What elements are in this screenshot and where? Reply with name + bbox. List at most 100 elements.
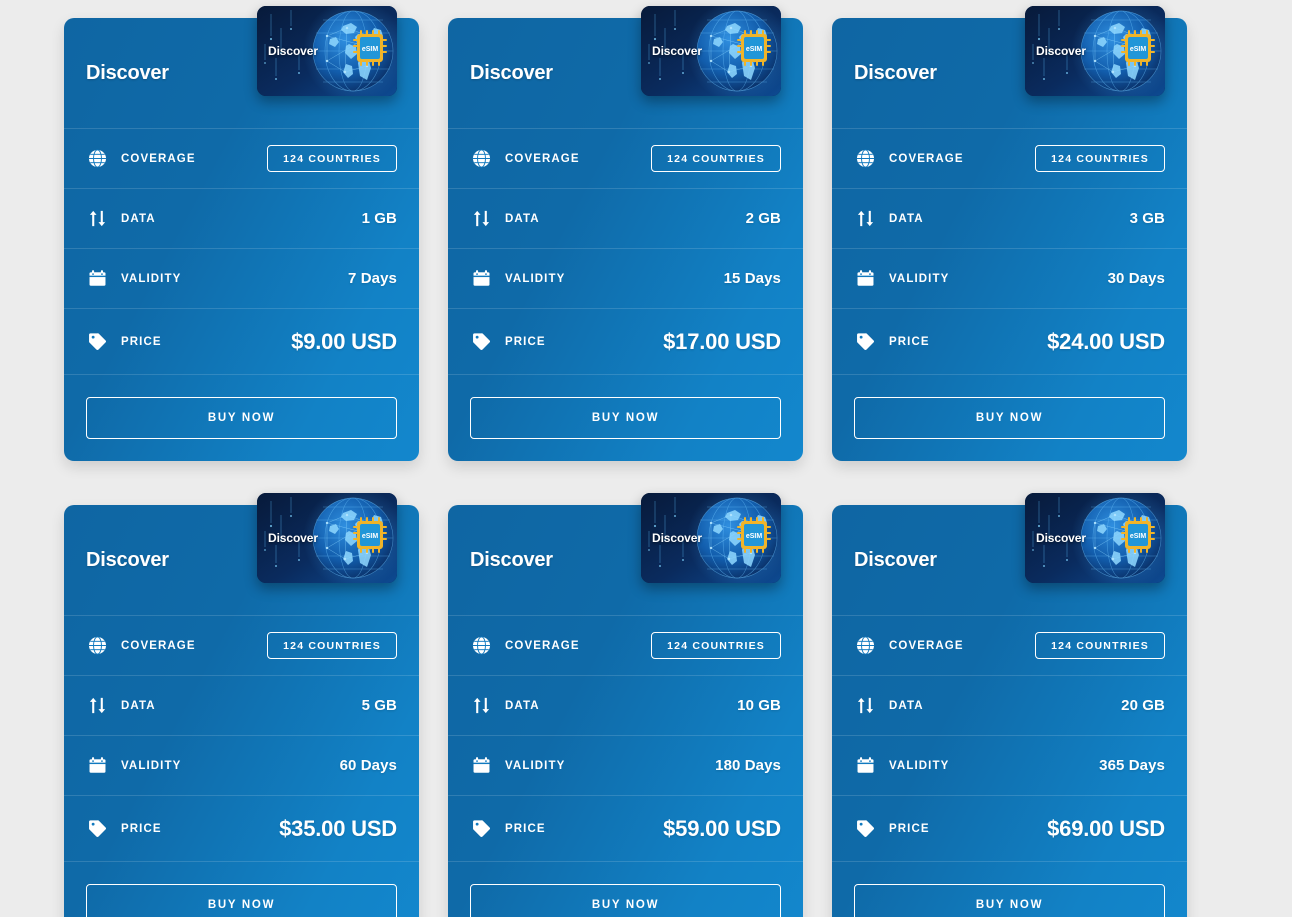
plans-grid: Discover eSIM Discover COVERAGE 124 COUN… [0, 0, 1292, 917]
data-transfer-icon [470, 208, 492, 230]
globe-chip-illustration: eSIM [1025, 6, 1165, 96]
validity-value: 180 Days [715, 757, 781, 774]
plan-thumbnail: eSIM Discover [257, 6, 397, 96]
plan-title: Discover [86, 548, 169, 571]
spec-row-data: DATA 3 GB [832, 188, 1187, 248]
buy-now-button[interactable]: BUY NOW [854, 397, 1165, 439]
buy-now-button[interactable]: BUY NOW [86, 884, 397, 917]
globe-chip-illustration: eSIM [641, 6, 781, 96]
spec-row-validity: VALIDITY 365 Days [832, 735, 1187, 795]
plan-title: Discover [854, 61, 937, 84]
price-value: $9.00 USD [291, 328, 397, 354]
price-tag-icon [86, 818, 108, 840]
plan-thumbnail: eSIM Discover [641, 6, 781, 96]
spec-row-coverage: COVERAGE 124 COUNTRIES [64, 128, 419, 188]
plan-title: Discover [470, 548, 553, 571]
buy-now-button[interactable]: BUY NOW [86, 397, 397, 439]
price-value: $69.00 USD [1047, 815, 1165, 841]
data-transfer-icon [470, 695, 492, 717]
globe-icon [86, 635, 108, 657]
coverage-badge[interactable]: 124 COUNTRIES [651, 631, 781, 660]
buy-now-button[interactable]: BUY NOW [470, 884, 781, 917]
price-label: PRICE [121, 822, 162, 835]
coverage-badge[interactable]: 124 COUNTRIES [267, 144, 397, 173]
coverage-label: COVERAGE [889, 152, 964, 165]
globe-chip-illustration: eSIM [257, 6, 397, 96]
globe-icon [470, 148, 492, 170]
plan-thumbnail: eSIM Discover [641, 493, 781, 583]
data-value: 20 GB [1121, 697, 1165, 714]
globe-icon [86, 148, 108, 170]
data-transfer-icon [854, 208, 876, 230]
spec-row-coverage: COVERAGE 124 COUNTRIES [64, 615, 419, 675]
spec-row-coverage: COVERAGE 124 COUNTRIES [448, 128, 803, 188]
validity-label: VALIDITY [505, 759, 566, 772]
data-value: 2 GB [745, 210, 781, 227]
validity-label: VALIDITY [889, 272, 950, 285]
plan-card[interactable]: Discover eSIM Discover COVERAGE 124 COUN… [832, 493, 1187, 917]
plan-thumbnail: eSIM Discover [1025, 493, 1165, 583]
data-label: DATA [889, 699, 924, 712]
spec-row-validity: VALIDITY 60 Days [64, 735, 419, 795]
spec-row-data: DATA 5 GB [64, 675, 419, 735]
spec-row-data: DATA 1 GB [64, 188, 419, 248]
spec-row-data: DATA 10 GB [448, 675, 803, 735]
data-value: 3 GB [1129, 210, 1165, 227]
price-value: $24.00 USD [1047, 328, 1165, 354]
data-label: DATA [121, 699, 156, 712]
plan-card[interactable]: Discover eSIM Discover COVERAGE 124 COUN… [448, 493, 803, 917]
esim-chip-icon: eSIM [353, 517, 387, 553]
spec-row-data: DATA 20 GB [832, 675, 1187, 735]
buy-area: BUY NOW [448, 861, 803, 917]
spec-row-coverage: COVERAGE 124 COUNTRIES [448, 615, 803, 675]
price-label: PRICE [889, 822, 930, 835]
data-value: 1 GB [361, 210, 397, 227]
esim-chip-icon: eSIM [1121, 517, 1155, 553]
coverage-badge[interactable]: 124 COUNTRIES [267, 631, 397, 660]
price-label: PRICE [889, 335, 930, 348]
card-header: Discover eSIM Discover [448, 493, 803, 615]
validity-value: 365 Days [1099, 757, 1165, 774]
price-tag-icon [86, 331, 108, 353]
spec-row-price: PRICE $69.00 USD [832, 795, 1187, 861]
globe-chip-illustration: eSIM [641, 493, 781, 583]
validity-value: 7 Days [348, 270, 397, 287]
plan-title: Discover [470, 61, 553, 84]
validity-label: VALIDITY [889, 759, 950, 772]
buy-area: BUY NOW [64, 861, 419, 917]
price-tag-icon [470, 818, 492, 840]
plan-thumbnail: eSIM Discover [1025, 6, 1165, 96]
card-header: Discover eSIM Discover [448, 6, 803, 128]
coverage-badge[interactable]: 124 COUNTRIES [1035, 631, 1165, 660]
buy-area: BUY NOW [832, 374, 1187, 439]
price-tag-icon [854, 331, 876, 353]
buy-now-button[interactable]: BUY NOW [470, 397, 781, 439]
svg-text:eSIM: eSIM [1130, 46, 1147, 53]
plan-card[interactable]: Discover eSIM Discover COVERAGE 124 COUN… [832, 6, 1187, 461]
validity-label: VALIDITY [121, 272, 182, 285]
buy-area: BUY NOW [448, 374, 803, 439]
buy-area: BUY NOW [64, 374, 419, 439]
plan-card[interactable]: Discover eSIM Discover COVERAGE 124 COUN… [448, 6, 803, 461]
calendar-icon [854, 755, 876, 777]
coverage-label: COVERAGE [121, 639, 196, 652]
spec-row-validity: VALIDITY 180 Days [448, 735, 803, 795]
plan-card[interactable]: Discover eSIM Discover COVERAGE 124 COUN… [64, 6, 419, 461]
plan-title: Discover [854, 548, 937, 571]
esim-chip-icon: eSIM [737, 517, 771, 553]
coverage-badge[interactable]: 124 COUNTRIES [1035, 144, 1165, 173]
plan-card[interactable]: Discover eSIM Discover COVERAGE 124 COUN… [64, 493, 419, 917]
coverage-label: COVERAGE [121, 152, 196, 165]
data-value: 10 GB [737, 697, 781, 714]
coverage-label: COVERAGE [505, 152, 580, 165]
coverage-badge[interactable]: 124 COUNTRIES [651, 144, 781, 173]
validity-value: 15 Days [723, 270, 781, 287]
coverage-label: COVERAGE [889, 639, 964, 652]
spec-row-data: DATA 2 GB [448, 188, 803, 248]
buy-now-button[interactable]: BUY NOW [854, 884, 1165, 917]
validity-label: VALIDITY [505, 272, 566, 285]
calendar-icon [470, 755, 492, 777]
svg-text:eSIM: eSIM [746, 533, 763, 540]
price-tag-icon [854, 818, 876, 840]
plan-title: Discover [86, 61, 169, 84]
